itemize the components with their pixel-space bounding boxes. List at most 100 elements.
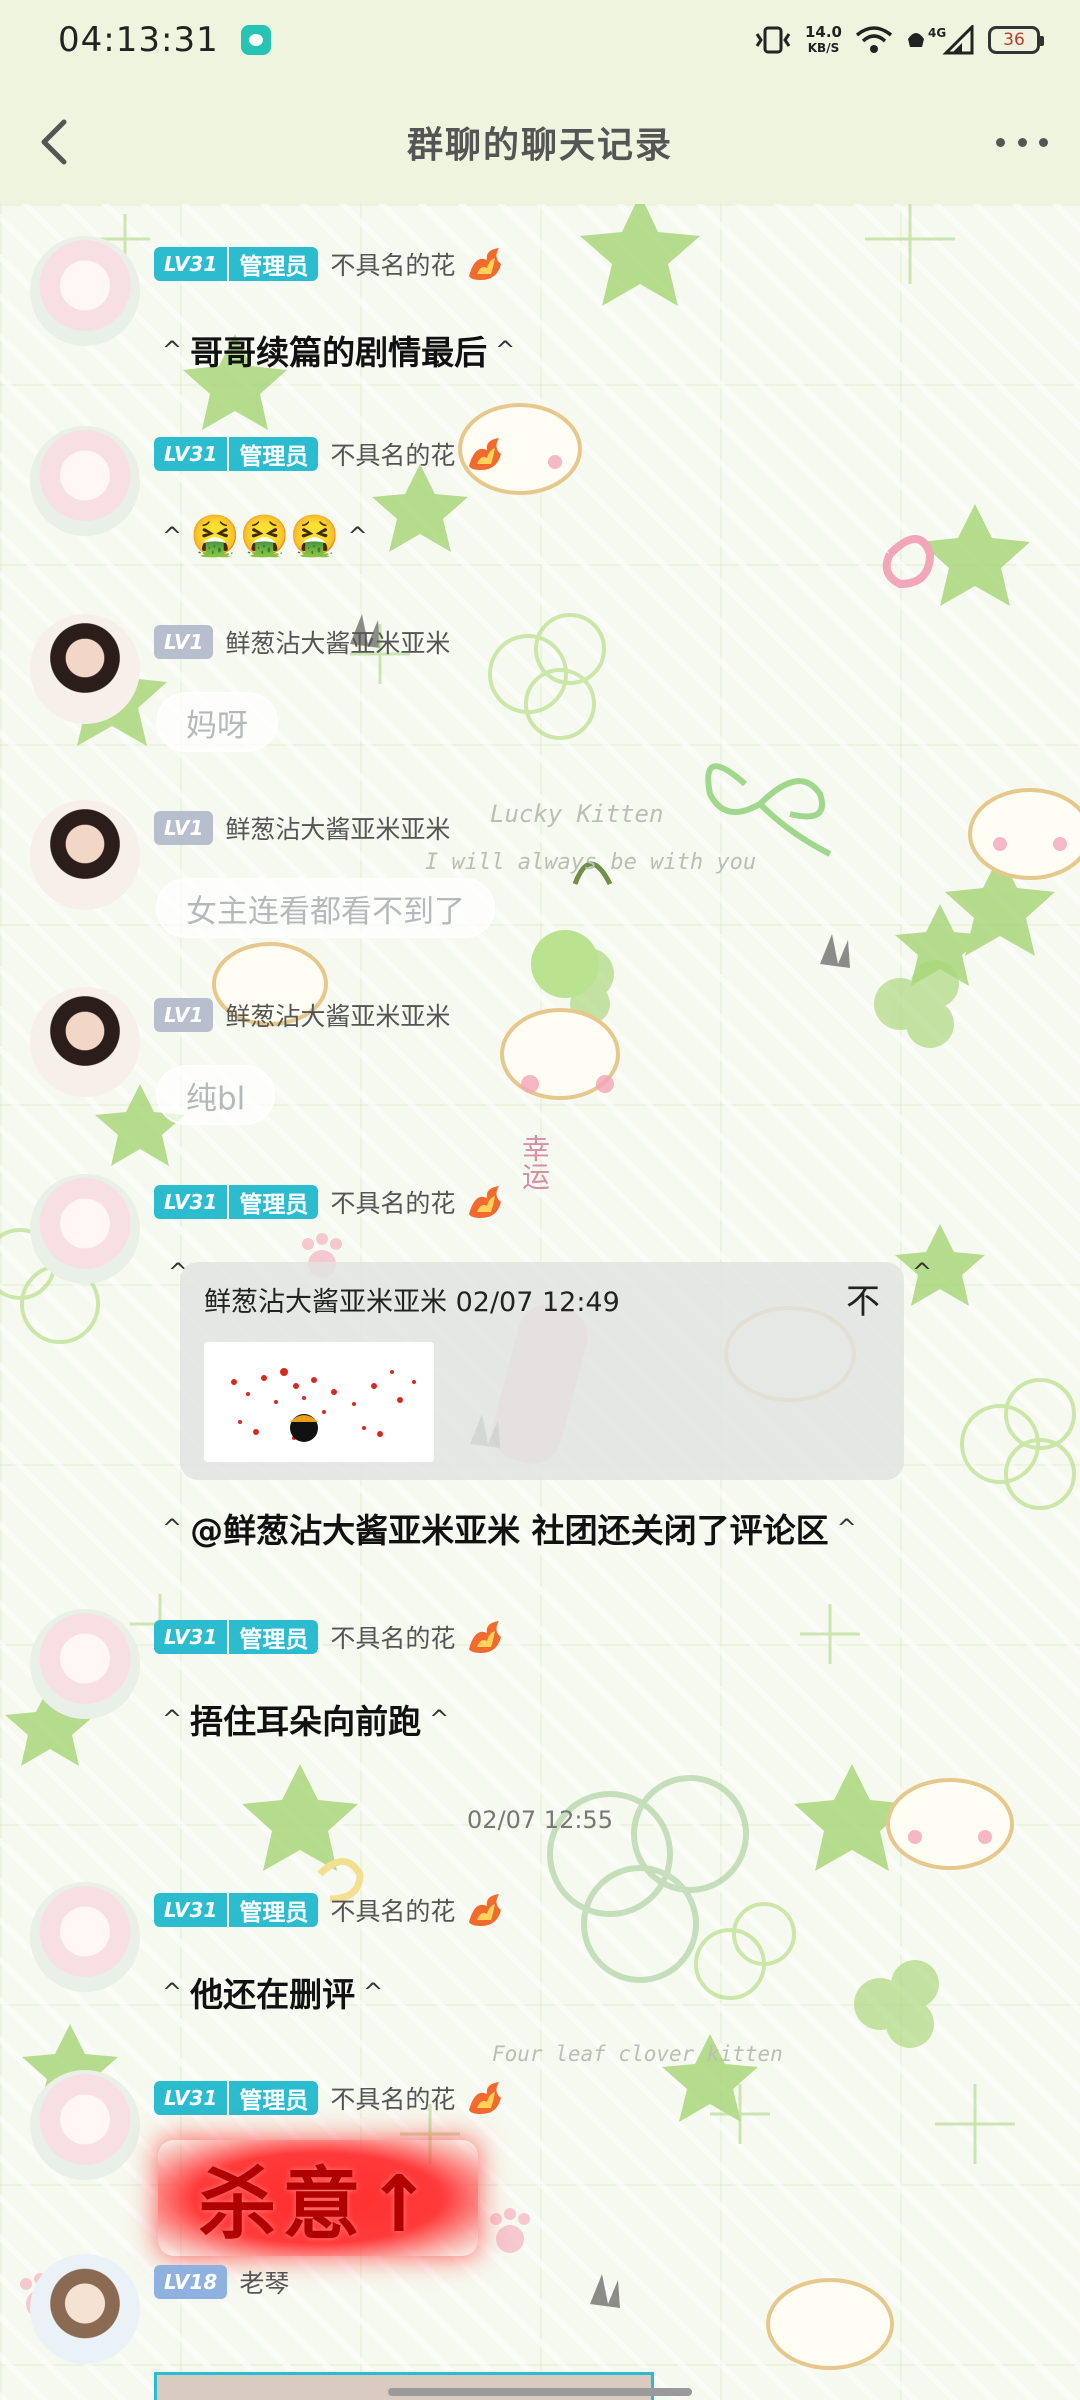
level-badge: LV31 [154,1620,228,1654]
message-text[interactable]: ^ 🤮🤮🤮 ^ [154,512,376,559]
level-badge: LV1 [154,998,214,1032]
avatar[interactable] [30,1609,140,1719]
level-badge: LV31 [154,1893,228,1927]
sender-name[interactable]: 不具名的花 [330,1892,455,1928]
quoted-image-graphic [231,1368,416,1442]
level-badge: LV18 [154,2265,228,2299]
message-meta: LV31 管理员 不具名的花 [154,242,505,286]
fire-icon [469,438,502,470]
message-meta: LV31 管理员 不具名的花 [154,2076,505,2120]
sender-name[interactable]: 不具名的花 [330,1184,455,1220]
more-dot [1017,137,1027,147]
caret-mark: ^ [162,521,183,550]
status-bar: 04:13:31 14.0 KB/S 4G 36 [0,0,1080,80]
caret-mark: ^ [429,1705,450,1733]
sender-name[interactable]: 不具名的花 [330,436,455,472]
net-speed-value: 14.0 [804,22,842,41]
caret-mark: ^ [912,1258,933,1286]
chevron-left-icon [41,119,67,165]
message-meta: LV1 鲜葱沾大酱亚米亚米 [154,620,450,664]
caret-mark: ^ [162,1514,183,1542]
sender-name[interactable]: 鲜葱沾大酱亚米亚米 [225,810,450,846]
role-badge: 管理员 [227,247,319,281]
message-meta: LV18 老琴 [154,2260,289,2304]
avatar[interactable] [30,1882,140,1992]
caret-mark: ^ [162,336,183,364]
wallpaper-text-always: I will always be with you [425,850,757,875]
sticker-text: 杀意↑ [198,2160,438,2250]
caret-mark: ^ [363,1978,384,2006]
message-bubble[interactable]: 妈呀 [156,692,278,752]
sender-name[interactable]: 鲜葱沾大酱亚米亚米 [225,997,450,1033]
message-content: 🤮🤮🤮 [190,513,340,559]
avatar[interactable] [30,236,140,346]
page-title: 群聊的聊天记录 [406,125,673,166]
home-indicator[interactable] [388,2388,692,2396]
level-badge: LV1 [154,625,214,659]
svg-text:4G: 4G [928,26,946,40]
sender-name[interactable]: 鲜葱沾大酱亚米亚米 [225,624,450,660]
signal-4g-icon: 4G [906,25,976,55]
back-button[interactable] [30,116,82,168]
level-badge: LV31 [154,247,228,281]
sticker-image[interactable]: 杀意↑ [158,2140,478,2256]
role-badge: 管理员 [227,437,319,471]
fire-icon [469,1894,502,1926]
message-bubble[interactable]: 纯bl [156,1065,276,1125]
wallpaper-text-lucky: Lucky Kitten [490,800,664,828]
avatar[interactable] [30,2070,140,2180]
message-text[interactable]: ^ 哥哥续篇的剧情最后 ^ [154,326,523,374]
avatar[interactable] [30,426,140,536]
message-meta: LV31 管理员 不具名的花 [154,432,505,476]
fire-icon [469,2082,502,2114]
caret-mark: ^ [162,1705,183,1733]
role-badge: 管理员 [227,1620,319,1654]
quote-header: 鲜葱沾大酱亚米亚米 02/07 12:49 [204,1287,620,1318]
avatar[interactable] [30,1174,140,1284]
message-meta: LV31 管理员 不具名的花 [154,1180,505,1224]
message-content: 哥哥续篇的剧情最后 [190,333,488,372]
sender-name[interactable]: 不具名的花 [330,2080,455,2116]
quoted-message[interactable]: 鲜葱沾大酱亚米亚米 02/07 12:49 不 [180,1262,904,1480]
net-speed-unit: KB/S [807,40,840,55]
avatar[interactable] [30,987,140,1097]
more-button[interactable] [992,120,1052,164]
battery-icon: 36 [988,26,1044,54]
message-bubble[interactable]: 女主连看都看不到了 [156,878,495,938]
avatar[interactable] [30,800,140,910]
role-badge: 管理员 [227,1893,319,1927]
message-text[interactable]: ^ @鲜葱沾大酱亚米亚米 社团还关闭了评论区 ^ [154,1504,865,1552]
level-badge: LV1 [154,811,214,845]
message-meta: LV1 鲜葱沾大酱亚米亚米 [154,806,450,850]
vibrate-icon [753,25,793,55]
sender-name[interactable]: 不具名的花 [330,246,455,282]
fire-icon [469,1621,502,1653]
level-badge: LV31 [154,437,228,471]
status-icons: 14.0 KB/S 4G 36 [753,0,1044,80]
caret-mark: ^ [162,1978,183,2006]
sender-name[interactable]: 不具名的花 [330,1619,455,1655]
message-text[interactable]: ^ 他还在删评 ^ [154,1968,391,2016]
wifi-icon [854,25,894,55]
role-badge: 管理员 [227,2081,319,2115]
chat-history[interactable]: Lucky Kitten I will always be with you F… [0,204,1080,2400]
wallpaper-text-clover: Four leaf clover kitten [492,2042,783,2066]
sender-name[interactable]: 老琴 [239,2264,289,2300]
level-badge: LV31 [154,2081,228,2115]
nav-bar: 群聊的聊天记录 [0,80,1080,204]
avatar[interactable] [30,2254,140,2364]
date-divider: 02/07 12:55 [467,1806,613,1834]
fire-icon [469,1186,502,1218]
quoted-image[interactable] [204,1342,434,1462]
wechat-icon [240,25,271,55]
message-meta: LV31 管理员 不具名的花 [154,1888,505,1932]
caret-mark: ^ [836,1514,857,1542]
level-badge: LV31 [154,1185,228,1219]
quote-close: 不 [846,1282,880,1322]
message-meta: LV1 鲜葱沾大酱亚米亚米 [154,993,450,1037]
message-text[interactable]: ^ 捂住耳朵向前跑 ^ [154,1695,457,1743]
fire-icon [469,248,502,280]
wallpaper-text-lucky-cn: 幸运 [518,1134,551,1190]
net-speed: 14.0 KB/S [804,22,842,56]
avatar[interactable] [30,614,140,724]
